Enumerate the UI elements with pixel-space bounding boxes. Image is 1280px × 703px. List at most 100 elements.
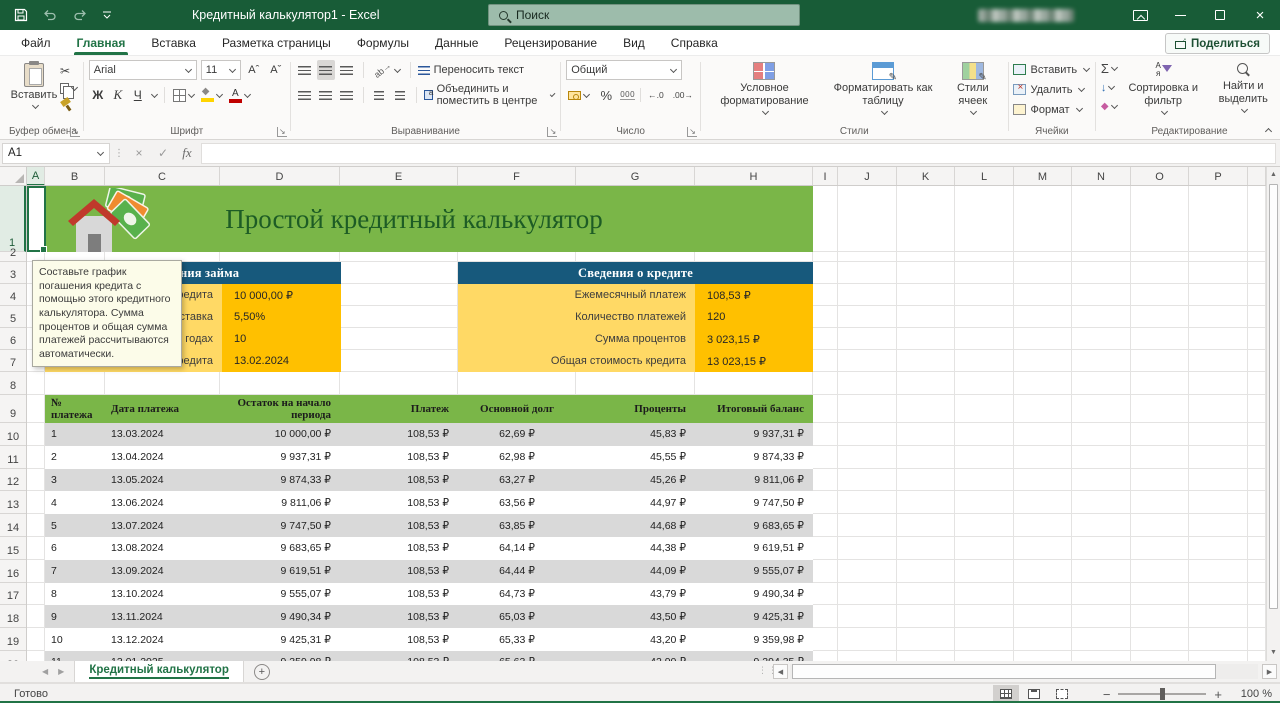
zoom-out-button[interactable]: − — [1103, 687, 1111, 702]
zoom-slider[interactable] — [1118, 693, 1206, 695]
cut-button[interactable]: ✂ — [60, 64, 78, 78]
view-normal-button[interactable] — [993, 685, 1019, 703]
align-center-button[interactable] — [317, 85, 335, 105]
autosum-button[interactable]: Σ — [1101, 60, 1118, 77]
zoom-slider-thumb[interactable] — [1160, 688, 1165, 700]
customize-qat-icon[interactable] — [102, 10, 112, 20]
percent-style-button[interactable]: % — [597, 85, 615, 105]
column-header-K[interactable]: K — [897, 167, 955, 186]
row-header-6[interactable]: 6 — [0, 328, 26, 350]
comma-style-button[interactable]: 000 — [620, 90, 635, 100]
vertical-scrollbar[interactable]: ▲ ▼ — [1266, 167, 1280, 661]
row-header-2[interactable]: 2 — [0, 252, 26, 262]
menu-tab[interactable]: Вставка — [138, 30, 209, 55]
conditional-formatting-button[interactable]: Условное форматирование — [706, 60, 823, 116]
column-header-D[interactable]: D — [220, 167, 340, 186]
column-header-C[interactable]: C — [105, 167, 220, 186]
paste-button[interactable]: Вставить — [8, 60, 60, 110]
row-header-1[interactable]: 1 — [0, 186, 26, 252]
row-header-15[interactable]: 15 — [0, 537, 26, 560]
user-avatar[interactable] — [1084, 4, 1106, 26]
minimize-button[interactable] — [1160, 0, 1200, 30]
redo-icon[interactable] — [72, 9, 88, 21]
row-header-7[interactable]: 7 — [0, 350, 26, 372]
column-header-G[interactable]: G — [576, 167, 695, 186]
font-size-select[interactable]: 11 — [201, 60, 241, 80]
row-header-12[interactable]: 12 — [0, 469, 26, 492]
menu-tab[interactable]: Формулы — [344, 30, 422, 55]
format-as-table-button[interactable]: Форматировать как таблицу — [823, 60, 943, 116]
decrease-indent-button[interactable] — [370, 85, 388, 105]
row-header-11[interactable]: 11 — [0, 446, 26, 469]
delete-cells-button[interactable]: Удалить — [1013, 80, 1085, 99]
row-header-20[interactable]: 20 — [0, 651, 26, 661]
column-header-P[interactable]: P — [1189, 167, 1248, 186]
insert-function-icon[interactable]: fx — [177, 145, 197, 161]
fill-button[interactable]: ↓ — [1101, 79, 1118, 96]
row-header-18[interactable]: 18 — [0, 605, 26, 628]
name-box[interactable]: A1 — [2, 143, 110, 164]
row-header-8[interactable]: 8 — [0, 372, 26, 395]
column-header-M[interactable]: M — [1014, 167, 1072, 186]
align-left-button[interactable] — [296, 85, 314, 105]
find-select-button[interactable]: Найти и выделить — [1209, 60, 1279, 114]
column-header-E[interactable]: E — [340, 167, 458, 186]
column-header-H[interactable]: H — [695, 167, 813, 186]
column-header-I[interactable]: I — [813, 167, 838, 186]
formula-bar-handle[interactable]: ⋮ — [114, 148, 125, 159]
merge-center-button[interactable]: Объединить и поместить в центре — [424, 85, 556, 105]
column-header-N[interactable]: N — [1072, 167, 1131, 186]
row-header-9[interactable]: 9 — [0, 395, 26, 423]
row-header-4[interactable]: 4 — [0, 284, 26, 306]
row-header-5[interactable]: 5 — [0, 306, 26, 328]
decrease-decimal-button[interactable]: .00→ — [671, 85, 695, 105]
menu-tab[interactable]: Разметка страницы — [209, 30, 344, 55]
menu-tab[interactable]: Данные — [422, 30, 491, 55]
italic-button[interactable]: К — [109, 85, 127, 105]
hscroll-left-icon[interactable]: ◀ — [773, 664, 788, 679]
vertical-scroll-thumb[interactable] — [1269, 184, 1278, 609]
share-button[interactable]: Поделиться — [1165, 33, 1270, 54]
search-box[interactable]: Поиск — [488, 4, 800, 26]
wrap-text-button[interactable]: Переносить текст — [418, 60, 524, 80]
view-page-break-button[interactable] — [1049, 685, 1075, 703]
horizontal-scrollbar[interactable] — [790, 664, 1258, 679]
cells-canvas[interactable]: Простой кредитный калькулятор Значения з… — [27, 186, 1266, 661]
menu-tab[interactable]: Главная — [64, 30, 139, 55]
maximize-button[interactable] — [1200, 0, 1240, 30]
increase-font-button[interactable]: Аˆ — [245, 60, 263, 80]
cell-styles-button[interactable]: Стили ячеек — [943, 60, 1003, 116]
underline-button[interactable]: Ч — [129, 85, 147, 105]
dialog-launcher-icon[interactable]: ↘ — [70, 127, 80, 137]
dialog-launcher-icon[interactable]: ↘ — [687, 127, 697, 137]
ribbon-display-options-icon[interactable] — [1120, 0, 1160, 30]
add-sheet-icon[interactable]: + — [254, 664, 270, 680]
formula-input[interactable] — [201, 143, 1276, 164]
copy-button[interactable] — [60, 81, 78, 95]
column-header-B[interactable]: B — [45, 167, 105, 186]
column-header-partial[interactable] — [1248, 167, 1266, 186]
decrease-font-button[interactable]: Аˇ — [267, 60, 285, 80]
close-button[interactable]: × — [1240, 0, 1280, 30]
dialog-launcher-icon[interactable]: ↘ — [547, 127, 557, 137]
hscroll-right-icon[interactable]: ▶ — [1262, 664, 1277, 679]
menu-tab[interactable]: Рецензирование — [491, 30, 610, 55]
dialog-launcher-icon[interactable]: ↘ — [277, 127, 287, 137]
row-header-13[interactable]: 13 — [0, 491, 26, 514]
column-header-J[interactable]: J — [838, 167, 897, 186]
accounting-format-button[interactable] — [566, 85, 592, 105]
align-middle-button[interactable] — [317, 60, 335, 80]
save-icon[interactable] — [14, 8, 28, 22]
column-header-L[interactable]: L — [955, 167, 1014, 186]
menu-tab[interactable]: Справка — [658, 30, 731, 55]
align-right-button[interactable] — [338, 85, 356, 105]
font-name-select[interactable]: Arial — [89, 60, 197, 80]
increase-indent-button[interactable] — [391, 85, 409, 105]
format-painter-button[interactable] — [60, 98, 78, 112]
view-page-layout-button[interactable] — [1021, 685, 1047, 703]
column-header-A[interactable]: A — [27, 167, 45, 186]
cancel-entry-icon[interactable]: × — [129, 146, 149, 160]
prev-sheet-icon[interactable]: ◀ — [42, 667, 48, 676]
menu-tab[interactable]: Файл — [8, 30, 64, 55]
zoom-in-button[interactable]: + — [1214, 687, 1222, 702]
